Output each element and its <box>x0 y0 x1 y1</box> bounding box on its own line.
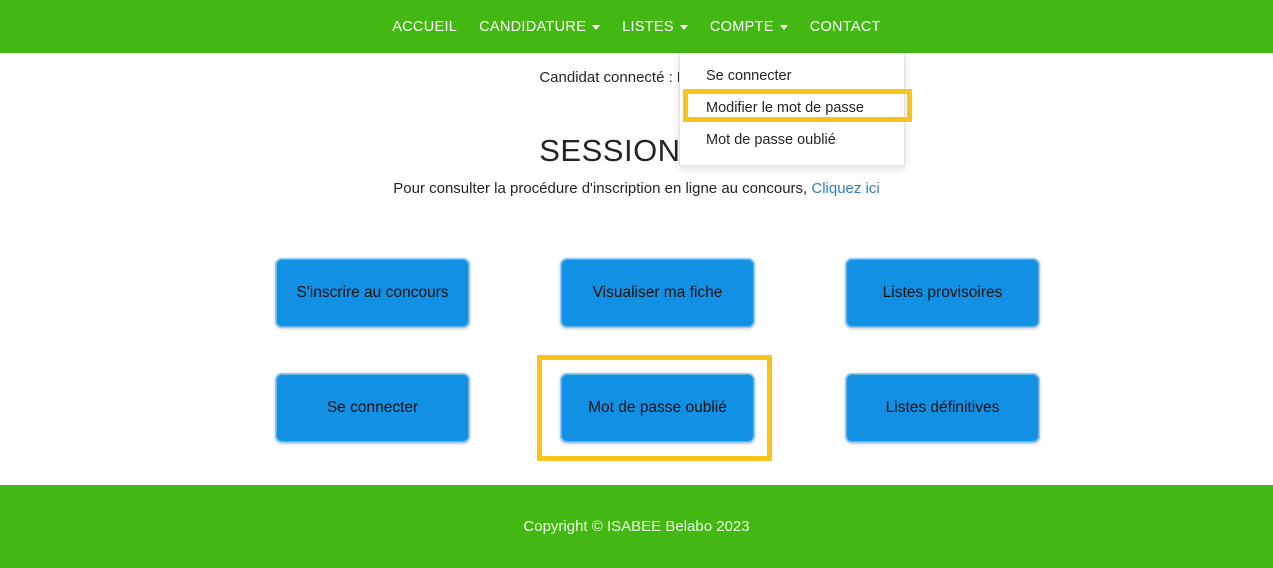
nav-list: ACCUEIL CANDIDATURE LISTES COMPTE CONTAC… <box>381 13 892 41</box>
dropdown-item-mot-de-passe-oublie-label: Mot de passe oublié <box>706 132 836 148</box>
chevron-down-icon <box>592 25 601 30</box>
nav-item-accueil[interactable]: ACCUEIL <box>381 13 468 41</box>
top-navbar: ACCUEIL CANDIDATURE LISTES COMPTE CONTAC… <box>0 0 1273 53</box>
nav-item-contact-label: CONTACT <box>809 18 881 35</box>
button-mot-de-passe-oublie[interactable]: Mot de passe oublié <box>560 373 755 443</box>
nav-item-accueil-label: ACCUEIL <box>392 18 458 35</box>
dropdown-item-se-connecter[interactable]: Se connecter <box>680 60 904 92</box>
action-button-grid: S'inscrire au concours Visualiser ma fic… <box>275 258 1040 443</box>
dropdown-item-mot-de-passe-oublie[interactable]: Mot de passe oublié <box>680 124 904 156</box>
nav-item-candidature[interactable]: CANDIDATURE <box>468 13 611 41</box>
dropdown-item-se-connecter-label: Se connecter <box>706 68 792 84</box>
procedure-link[interactable]: Cliquez ici <box>811 180 879 197</box>
nav-item-candidature-label: CANDIDATURE <box>479 18 587 35</box>
button-listes-provisoires[interactable]: Listes provisoires <box>845 258 1040 328</box>
button-sinscrire-au-concours[interactable]: S'inscrire au concours <box>275 258 470 328</box>
nav-item-listes-label: LISTES <box>622 18 674 35</box>
chevron-down-icon <box>779 25 788 30</box>
button-se-connecter[interactable]: Se connecter <box>275 373 470 443</box>
button-listes-definitives-label: Listes définitives <box>885 399 1000 416</box>
connected-candidate-prefix: Candidat connecté : <box>539 69 677 86</box>
page-footer: Copyright © ISABEE Belabo 2023 <box>0 485 1273 568</box>
nav-item-contact[interactable]: CONTACT <box>799 13 892 41</box>
chevron-down-icon <box>679 25 688 30</box>
button-listes-provisoires-label: Listes provisoires <box>882 284 1003 301</box>
button-listes-definitives[interactable]: Listes définitives <box>845 373 1040 443</box>
nav-item-listes[interactable]: LISTES <box>611 13 699 41</box>
button-mot-de-passe-oublie-label: Mot de passe oublié <box>588 399 727 416</box>
button-sinscrire-au-concours-label: S'inscrire au concours <box>296 284 449 301</box>
connected-candidate-line: Candidat connecté : ITS2300 <box>0 69 1273 86</box>
button-se-connecter-label: Se connecter <box>326 399 419 416</box>
nav-item-compte-label: COMPTE <box>709 18 774 35</box>
dropdown-item-modifier-le-mot-de-passe[interactable]: Modifier le mot de passe <box>680 92 904 124</box>
dropdown-item-modifier-le-mot-de-passe-label: Modifier le mot de passe <box>706 100 864 116</box>
button-visualiser-ma-fiche-label: Visualiser ma fiche <box>592 284 723 301</box>
page-title: SESSION DE <box>539 133 734 168</box>
compte-dropdown-menu: Se connecter Modifier le mot de passe Mo… <box>679 53 905 166</box>
button-visualiser-ma-fiche[interactable]: Visualiser ma fiche <box>560 258 755 328</box>
procedure-subtitle: Pour consulter la procédure d'inscriptio… <box>0 180 1273 197</box>
nav-item-compte[interactable]: COMPTE <box>699 13 799 41</box>
procedure-subtitle-text: Pour consulter la procédure d'inscriptio… <box>393 180 812 197</box>
footer-copyright: Copyright © ISABEE Belabo 2023 <box>523 518 750 535</box>
